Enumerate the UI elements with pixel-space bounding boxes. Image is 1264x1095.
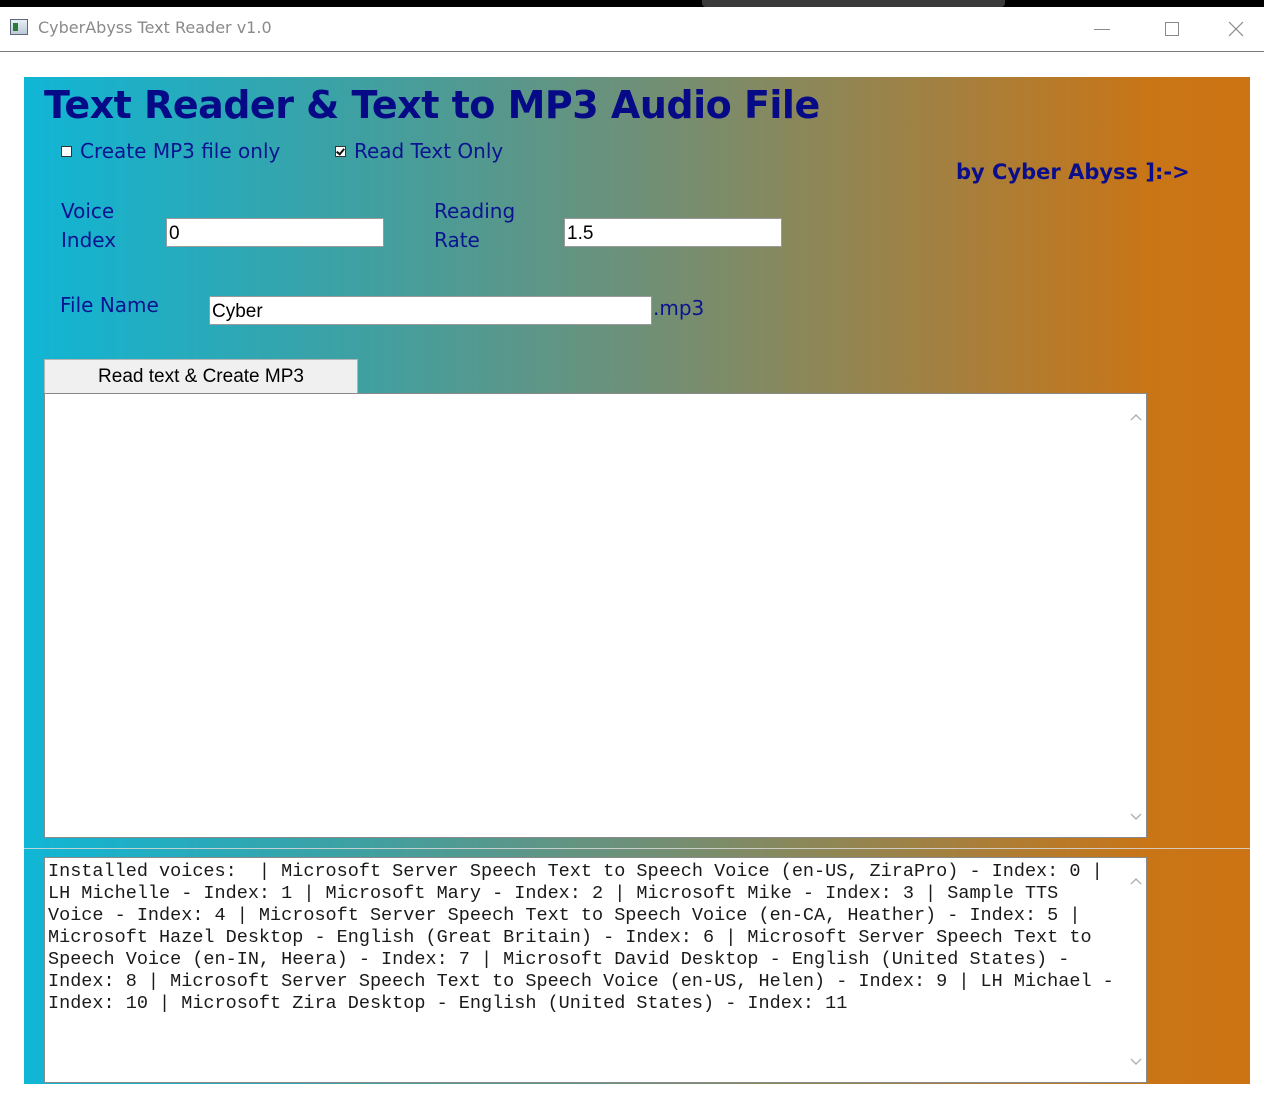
close-icon[interactable]	[1207, 7, 1264, 51]
author-byline: by Cyber Abyss ]:->	[956, 160, 1190, 184]
taskbar-tab-hint	[702, 0, 1005, 7]
create-mp3-checkbox-box[interactable]	[61, 145, 72, 157]
reading-rate-label-line1: Reading	[434, 199, 516, 223]
read-and-create-mp3-button[interactable]: Read text & Create MP3	[44, 359, 358, 395]
file-extension-label: .mp3	[653, 296, 705, 320]
app-window: CyberAbyss Text Reader v1.0 Text Reader …	[0, 7, 1264, 1095]
scroll-up-icon[interactable]	[1127, 408, 1144, 425]
voice-index-label-line1: Voice	[61, 199, 115, 223]
reading-rate-input[interactable]	[564, 218, 782, 247]
reading-rate-label: Reading Rate	[434, 197, 515, 255]
scroll-up-icon[interactable]	[1127, 872, 1144, 889]
app-icon	[10, 19, 28, 35]
voice-index-label: Voice Index	[61, 197, 116, 255]
file-name-input[interactable]	[209, 296, 652, 325]
maximize-icon[interactable]	[1137, 7, 1207, 51]
minimize-icon[interactable]	[1067, 7, 1137, 51]
voice-index-label-line2: Index	[61, 228, 117, 252]
text-input-area[interactable]	[44, 393, 1147, 838]
create-mp3-checkbox-label[interactable]: Create MP3 file only	[80, 139, 280, 163]
read-text-only-checkbox[interactable]: Read Text Only	[335, 139, 503, 163]
main-panel: Text Reader & Text to MP3 Audio File Cre…	[24, 77, 1250, 1084]
window-title: CyberAbyss Text Reader v1.0	[38, 18, 272, 37]
divider	[24, 848, 1250, 849]
read-text-only-checkbox-box[interactable]	[335, 145, 346, 157]
page-title: Text Reader & Text to MP3 Audio File	[44, 83, 820, 127]
installed-voices-text: Installed voices: | Microsoft Server Spe…	[48, 861, 1125, 1014]
reading-rate-label-line2: Rate	[434, 228, 480, 252]
file-name-label: File Name	[60, 293, 159, 317]
title-bar[interactable]: CyberAbyss Text Reader v1.0	[0, 7, 1264, 52]
scroll-down-icon[interactable]	[1127, 808, 1144, 825]
read-text-only-checkbox-label[interactable]: Read Text Only	[354, 139, 503, 163]
scroll-down-icon[interactable]	[1127, 1053, 1144, 1070]
desktop-top-strip	[0, 0, 1264, 7]
voice-index-input[interactable]	[166, 218, 384, 247]
create-mp3-checkbox[interactable]: Create MP3 file only	[61, 139, 280, 163]
installed-voices-log[interactable]: Installed voices: | Microsoft Server Spe…	[44, 857, 1147, 1083]
